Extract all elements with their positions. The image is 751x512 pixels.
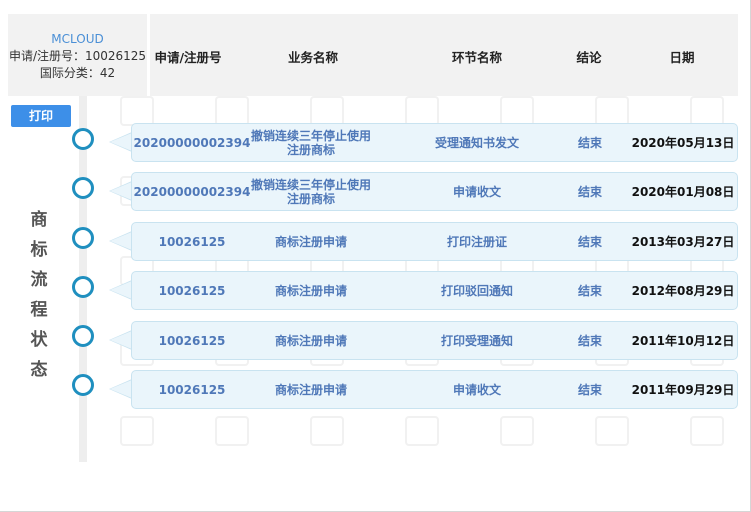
timeline-title-char: 标 xyxy=(30,240,48,260)
cell-step: 申请收文 xyxy=(452,382,501,397)
cell-result: 结束 xyxy=(577,333,602,348)
table-row[interactable]: 10026125 商标注册申请 打印受理通知 结束 2011年10月12日 xyxy=(131,321,738,360)
row-pointer xyxy=(110,232,132,250)
cell-result: 结束 xyxy=(577,234,602,249)
column-header-step: 环节名称 xyxy=(451,50,502,65)
timeline-node xyxy=(72,276,94,298)
international-class: 国际分类：42 xyxy=(39,66,116,80)
watermark-mark xyxy=(500,416,534,446)
cell-reg-no: 10026125 xyxy=(158,234,226,249)
timeline-title-char: 流 xyxy=(30,270,48,290)
trademark-summary: MCLOUD 申请/注册号：10026125 国际分类：42 xyxy=(8,14,147,96)
watermark-mark xyxy=(120,96,154,126)
cell-reg-no: 10026125 xyxy=(158,382,226,397)
cell-reg-no: 10026125 xyxy=(158,283,226,298)
row-pointer xyxy=(110,182,132,200)
table-row[interactable]: 20200000002394 撤销连续三年停止使用注册商标 申请收文 结束 20… xyxy=(131,172,738,211)
timeline-node xyxy=(72,227,94,249)
watermark-mark xyxy=(310,416,344,446)
cell-business: 商标注册申请 xyxy=(274,333,347,348)
table-row[interactable]: 10026125 商标注册申请 打印驳回通知 结束 2012年08月29日 xyxy=(131,271,738,310)
cell-business: 撤销连续三年停止使用注册商标 xyxy=(250,177,371,206)
cell-result: 结束 xyxy=(577,382,602,397)
table-row[interactable]: 10026125 商标注册申请 申请收文 结束 2011年09月29日 xyxy=(131,370,738,409)
cell-business: 商标注册申请 xyxy=(274,382,347,397)
watermark-mark xyxy=(405,416,439,446)
column-header-result: 结论 xyxy=(576,50,602,65)
timeline-node xyxy=(72,128,94,150)
table-row[interactable]: 20200000002394 撤销连续三年停止使用注册商标 受理通知书发文 结束… xyxy=(131,123,738,162)
watermark-mark xyxy=(405,96,439,126)
cell-date: 2020年05月13日 xyxy=(631,135,735,150)
row-pointer xyxy=(110,281,132,299)
table-row[interactable]: 10026125 商标注册申请 打印注册证 结束 2013年03月27日 xyxy=(131,222,738,261)
cell-business: 商标注册申请 xyxy=(274,283,347,298)
watermark-mark xyxy=(215,96,249,126)
column-header-date: 日期 xyxy=(669,50,695,65)
cell-result: 结束 xyxy=(577,135,602,150)
timeline-node xyxy=(72,374,94,396)
watermark-mark xyxy=(595,416,629,446)
registration-number: 申请/注册号：10026125 xyxy=(8,49,147,63)
print-button[interactable]: 打印 xyxy=(11,105,71,127)
watermark-mark xyxy=(690,96,724,126)
cell-date: 2013年03月27日 xyxy=(631,234,735,249)
cell-reg-no: 10026125 xyxy=(158,333,226,348)
column-header-reg-no: 申请/注册号 xyxy=(154,50,222,65)
timeline-title-char: 态 xyxy=(30,360,48,380)
cell-result: 结束 xyxy=(577,184,602,199)
cell-step: 受理通知书发文 xyxy=(434,135,519,150)
cell-date: 2011年09月29日 xyxy=(631,382,735,397)
watermark-mark xyxy=(595,96,629,126)
watermark-mark xyxy=(215,416,249,446)
timeline-title: 商 标 流 程 状 态 xyxy=(26,205,52,385)
cell-business: 撤销连续三年停止使用注册商标 xyxy=(250,128,371,157)
watermark-mark xyxy=(690,416,724,446)
watermark-mark xyxy=(310,96,344,126)
row-pointer xyxy=(110,380,132,398)
cell-step: 打印驳回通知 xyxy=(440,283,513,298)
watermark-mark xyxy=(500,96,534,126)
timeline-title-char: 状 xyxy=(30,330,48,350)
timeline-title-char: 程 xyxy=(30,300,48,320)
cell-step: 打印注册证 xyxy=(446,234,507,249)
cell-step: 申请收文 xyxy=(452,184,501,199)
brand-name: MCLOUD xyxy=(51,32,104,46)
cell-business: 商标注册申请 xyxy=(274,234,347,249)
row-pointer xyxy=(110,331,132,349)
cell-reg-no: 20200000002394 xyxy=(133,135,251,150)
cell-result: 结束 xyxy=(577,283,602,298)
timeline-node xyxy=(72,177,94,199)
cell-step: 打印受理通知 xyxy=(440,333,513,348)
cell-reg-no: 20200000002394 xyxy=(133,184,251,199)
timeline-node xyxy=(72,325,94,347)
cell-date: 2012年08月29日 xyxy=(631,283,735,298)
column-header-business: 业务名称 xyxy=(287,50,338,65)
watermark-mark xyxy=(120,416,154,446)
cell-date: 2020年01月08日 xyxy=(631,184,735,199)
cell-date: 2011年10月12日 xyxy=(631,333,735,348)
table-header: 申请/注册号 业务名称 环节名称 结论 日期 xyxy=(150,14,738,96)
row-pointer xyxy=(110,133,132,151)
timeline-title-char: 商 xyxy=(30,210,48,230)
